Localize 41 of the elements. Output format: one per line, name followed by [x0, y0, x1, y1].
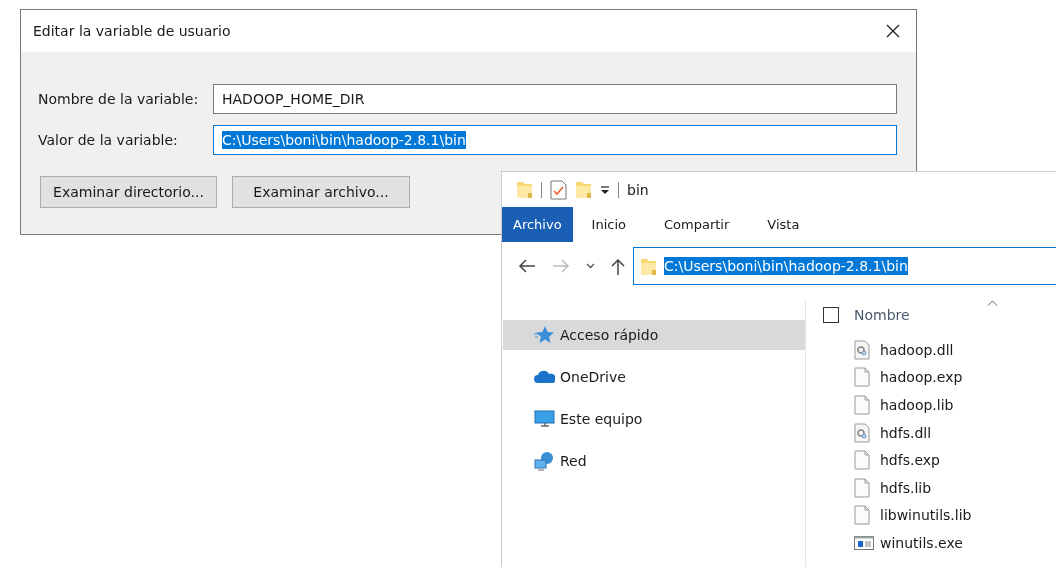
nav-item[interactable]: OneDrive	[503, 362, 805, 392]
chevron-down-icon	[586, 263, 595, 269]
file-item[interactable]: hdfs.dll	[823, 418, 1056, 447]
folder-icon	[516, 180, 533, 199]
star-icon	[534, 325, 555, 345]
folder-icon	[575, 180, 592, 199]
network-icon	[534, 451, 555, 471]
browse-button[interactable]: Examinar archivo...	[232, 176, 410, 208]
file-item[interactable]: winutils.exe	[823, 529, 1056, 557]
back-icon	[518, 259, 536, 273]
field-label: Valor de la variable:	[38, 132, 179, 148]
sort-caret-icon	[987, 300, 998, 306]
window-title: Editar la variable de usuario	[33, 23, 231, 39]
dropdown-icon	[600, 184, 610, 195]
window-title: bin	[627, 181, 649, 198]
file-item[interactable]: hdfs.exp	[823, 446, 1056, 474]
ribbon-tab[interactable]: Vista	[748, 207, 819, 242]
file-item[interactable]: libwinutils.lib	[823, 501, 1056, 530]
close-icon	[886, 24, 900, 38]
nav-item[interactable]: Red	[503, 446, 805, 476]
folder-icon	[640, 256, 657, 276]
ribbon-tab[interactable]: Compartir	[645, 207, 749, 242]
address-bar[interactable]: C:\Users\boni\bin\hadoop-2.8.1\bin	[633, 247, 1056, 285]
browse-button[interactable]: Examinar directorio...	[40, 176, 217, 208]
input-field[interactable]: HADOOP_HOME_DIR	[213, 84, 897, 114]
file-item[interactable]: hadoop.exp	[823, 363, 1056, 392]
forward-icon	[552, 259, 570, 273]
properties-icon	[550, 179, 567, 200]
file-item[interactable]: hadoop.dll	[823, 336, 1056, 364]
input-field[interactable]: C:\Users\boni\bin\hadoop-2.8.1\bin	[213, 125, 897, 155]
file-item[interactable]: hadoop.lib	[823, 391, 1056, 419]
column-header[interactable]: Nombre	[854, 307, 910, 323]
file-item[interactable]: hdfs.lib	[823, 473, 1056, 502]
nav-item[interactable]: Este equipo	[503, 404, 805, 434]
monitor-icon	[534, 409, 555, 429]
field-label: Nombre de la variable:	[38, 91, 200, 107]
select-all-checkbox[interactable]	[823, 307, 839, 323]
ribbon-tab[interactable]: Inicio	[572, 207, 645, 242]
up-arrow-icon	[611, 257, 625, 275]
ribbon-tab[interactable]: Archivo	[502, 207, 573, 242]
nav-item[interactable]: Acceso rápido	[503, 320, 805, 350]
